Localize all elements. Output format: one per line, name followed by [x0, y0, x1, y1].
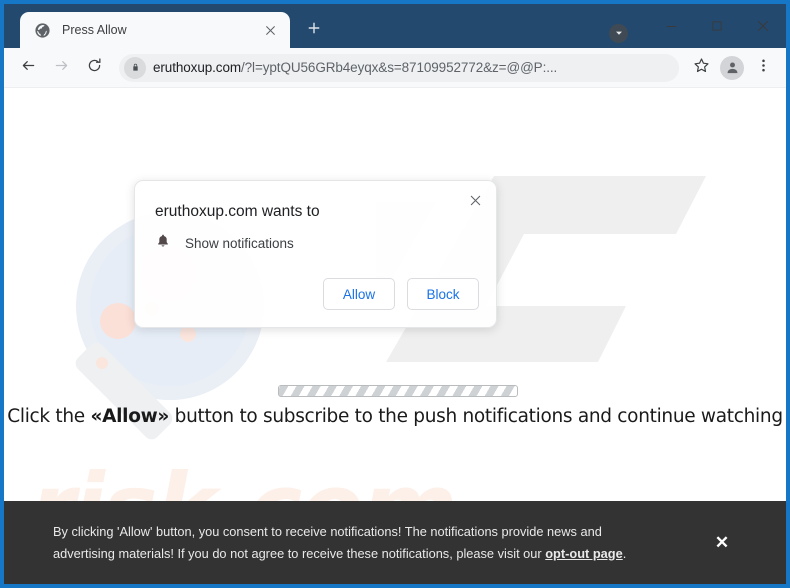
new-tab-button[interactable]: [299, 15, 329, 45]
allow-button[interactable]: Allow: [323, 278, 395, 310]
banner-close-button[interactable]: ✕: [710, 531, 734, 555]
consent-line-1: By clicking 'Allow' button, you consent …: [53, 523, 602, 539]
profile-button[interactable]: [717, 53, 747, 83]
plus-icon: [307, 21, 321, 40]
headline-suffix: button to subscribe to the push notifica…: [169, 406, 783, 427]
globe-icon: [34, 22, 51, 39]
dialog-close-icon[interactable]: [462, 187, 488, 213]
dialog-actions: Allow Block: [323, 278, 479, 310]
reload-icon: [86, 57, 103, 79]
arrow-left-icon: [20, 57, 37, 79]
consent-line-2-suffix: .: [622, 545, 627, 561]
consent-banner: By clicking 'Allow' button, you consent …: [4, 501, 786, 584]
permission-row: Show notifications: [155, 233, 294, 254]
caret-down-circle-icon[interactable]: [609, 23, 628, 43]
browser-tab[interactable]: Press Allow: [20, 12, 290, 48]
headline-prefix: Click the: [7, 406, 91, 427]
window-controls: [609, 4, 786, 48]
headline-emphasis: «Allow»: [90, 406, 170, 427]
page-viewport: risk.com Click the «Allow» button to sub…: [4, 88, 786, 584]
browser-menu-button[interactable]: [748, 53, 778, 83]
site-info-button: [121, 54, 149, 82]
close-window-button[interactable]: [740, 4, 786, 48]
person-avatar-icon: [720, 55, 744, 80]
minimize-button[interactable]: [648, 4, 694, 48]
maximize-button[interactable]: [694, 4, 740, 48]
tab-title: Press Allow: [62, 23, 127, 37]
opt-out-link[interactable]: opt-out page: [545, 546, 622, 561]
title-bar: Press Allow: [4, 4, 786, 48]
dialog-title: eruthoxup.com wants to: [155, 203, 320, 220]
arrow-right-icon: [53, 57, 70, 79]
notification-permission-dialog: eruthoxup.com wants to Show notification…: [134, 180, 497, 328]
browser-toolbar: eruthoxup.com/?l=yptQU56GRb4eyqx&s=87109…: [4, 48, 786, 88]
block-button[interactable]: Block: [407, 278, 479, 310]
tab-close-icon[interactable]: [261, 21, 280, 40]
bookmark-star-button[interactable]: [686, 53, 716, 83]
consent-banner-text: By clicking 'Allow' button, you consent …: [53, 521, 658, 565]
star-icon: [693, 57, 710, 79]
back-button[interactable]: [12, 52, 44, 84]
reload-button[interactable]: [78, 52, 110, 84]
page-headline: Click the «Allow» button to subscribe to…: [4, 406, 786, 427]
url-text: eruthoxup.com/?l=yptQU56GRb4eyqx&s=87109…: [153, 60, 557, 75]
browser-window: Press Allow eruthoxup.com/?l=yptQU56GRb4…: [0, 0, 790, 588]
consent-line-2-prefix: advertising materials! If you do not agr…: [53, 545, 546, 561]
url-domain: eruthoxup.com: [153, 60, 241, 75]
loading-progress-bar: [278, 385, 518, 397]
three-dot-menu-icon: [756, 58, 771, 78]
lock-icon[interactable]: [124, 56, 146, 79]
forward-button[interactable]: [45, 52, 77, 84]
permission-label: Show notifications: [185, 236, 294, 251]
url-path: /?l=yptQU56GRb4eyqx&s=87109952772&z=@@P:…: [241, 60, 558, 75]
address-bar[interactable]: eruthoxup.com/?l=yptQU56GRb4eyqx&s=87109…: [119, 53, 679, 82]
bell-icon: [155, 233, 171, 254]
